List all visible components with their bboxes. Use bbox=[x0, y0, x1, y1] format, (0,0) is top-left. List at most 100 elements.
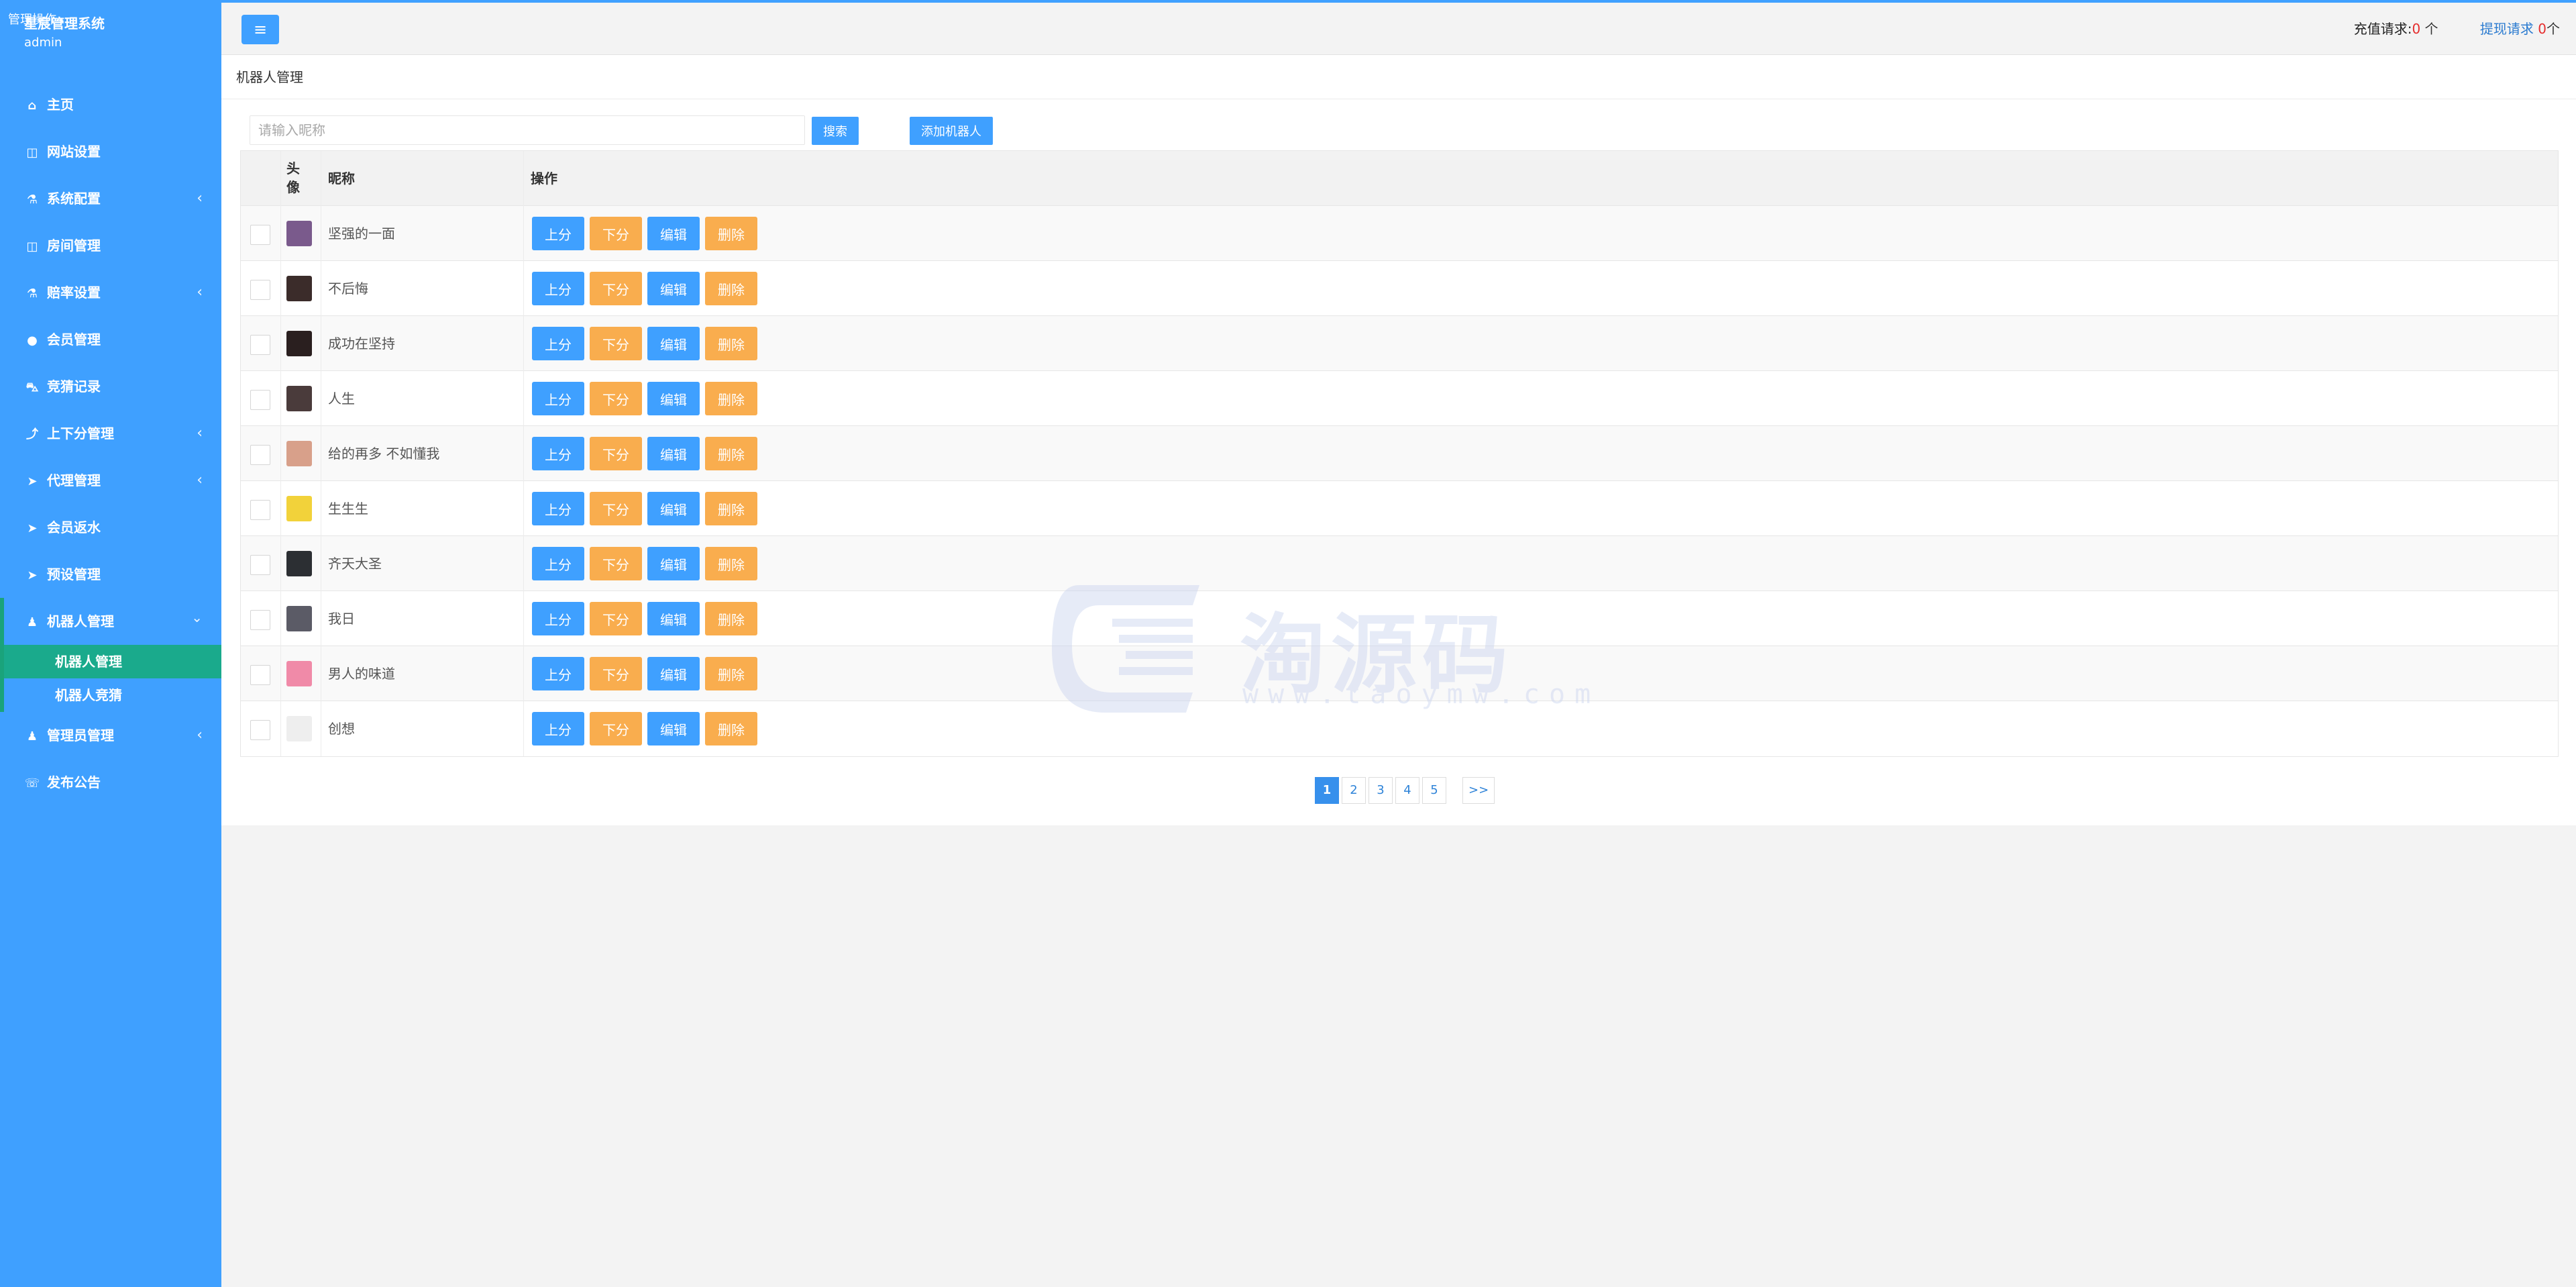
edit-button[interactable]: 编辑 bbox=[647, 657, 700, 690]
level-up-icon: ⤴ bbox=[26, 427, 38, 442]
row-checkbox[interactable] bbox=[250, 610, 270, 630]
page-2-button[interactable]: 2 bbox=[1342, 777, 1366, 804]
delete-button[interactable]: 删除 bbox=[705, 602, 757, 635]
sidebar-sidebar-items-0[interactable]: ⌂ 主页 bbox=[0, 81, 221, 128]
sidebar-item-label: 竞猜记录 bbox=[47, 378, 101, 395]
check-cell bbox=[241, 371, 281, 426]
sidebar-item-label: 房间管理 bbox=[47, 238, 101, 254]
edit-button[interactable]: 编辑 bbox=[647, 602, 700, 635]
row-checkbox[interactable] bbox=[250, 280, 270, 300]
edit-button[interactable]: 编辑 bbox=[647, 492, 700, 525]
delete-button[interactable]: 删除 bbox=[705, 437, 757, 470]
column-header-avatar: 头像 bbox=[286, 160, 300, 195]
deduct-points-button[interactable]: 下分 bbox=[590, 492, 642, 525]
chevron-left-icon: ‹ bbox=[197, 190, 203, 207]
sidebar-sidebar-items-6[interactable]: ⛍ 竞猜记录 bbox=[0, 363, 221, 410]
page-1-button[interactable]: 1 bbox=[1315, 777, 1339, 804]
page-5-button[interactable]: 5 bbox=[1422, 777, 1446, 804]
sidebar-sidebar-items-5[interactable]: ● 会员管理 bbox=[0, 316, 221, 363]
page-4-button[interactable]: 4 bbox=[1395, 777, 1419, 804]
name-cell: 齐天大圣 bbox=[321, 536, 524, 591]
sidebar-sidebar-items-3[interactable]: ◫ 房间管理 bbox=[0, 222, 221, 269]
sidebar-sidebar-items-7[interactable]: ⤴ 上下分管理 ‹ bbox=[0, 410, 221, 457]
row-checkbox[interactable] bbox=[250, 720, 270, 740]
edit-button[interactable]: 编辑 bbox=[647, 547, 700, 580]
edit-button[interactable]: 编辑 bbox=[647, 327, 700, 360]
deduct-points-button[interactable]: 下分 bbox=[590, 712, 642, 745]
row-checkbox[interactable] bbox=[250, 500, 270, 520]
check-cell bbox=[241, 536, 281, 591]
sidebar-subitem-1[interactable]: 机器人竞猜 bbox=[4, 678, 221, 712]
deduct-points-button[interactable]: 下分 bbox=[590, 657, 642, 690]
sidebar-subitem-0[interactable]: 机器人管理 bbox=[4, 645, 221, 678]
sidebar-sidebar-items-10[interactable]: ➤ 预设管理 bbox=[0, 551, 221, 598]
deduct-points-button[interactable]: 下分 bbox=[590, 382, 642, 415]
admin-ops-label: 管理操作 bbox=[8, 13, 56, 27]
deduct-points-button[interactable]: 下分 bbox=[590, 272, 642, 305]
edit-button[interactable]: 编辑 bbox=[647, 217, 700, 250]
page-3-button[interactable]: 3 bbox=[1368, 777, 1393, 804]
row-checkbox[interactable] bbox=[250, 665, 270, 685]
sidebar-sidebar-items-8[interactable]: ➤ 代理管理 ‹ bbox=[0, 457, 221, 504]
sidebar-toggle-button[interactable]: ≡ bbox=[241, 15, 279, 44]
sidebar-sidebar-items-9[interactable]: ➤ 会员返水 bbox=[0, 504, 221, 551]
sidebar-sidebar-items-2[interactable]: ⚗ 系统配置 ‹ bbox=[0, 175, 221, 222]
edit-button[interactable]: 编辑 bbox=[647, 437, 700, 470]
edit-button[interactable]: 编辑 bbox=[647, 382, 700, 415]
delete-button[interactable]: 删除 bbox=[705, 712, 757, 745]
deduct-points-button[interactable]: 下分 bbox=[590, 437, 642, 470]
delete-button[interactable]: 删除 bbox=[705, 382, 757, 415]
add-points-button[interactable]: 上分 bbox=[532, 492, 584, 525]
edit-button[interactable]: 编辑 bbox=[647, 712, 700, 745]
sidebar-item-label: 代理管理 bbox=[47, 472, 101, 488]
add-robot-button[interactable]: 添加机器人 bbox=[910, 117, 993, 145]
delete-button[interactable]: 删除 bbox=[705, 327, 757, 360]
sidebar-sidebar-items-1[interactable]: ◫ 网站设置 bbox=[0, 128, 221, 175]
row-actions: 上分 下分 编辑 删除 bbox=[532, 382, 763, 415]
recharge-request[interactable]: 充值请求:0 个 bbox=[2354, 3, 2438, 55]
add-points-button[interactable]: 上分 bbox=[532, 712, 584, 745]
name-cell: 给的再多 不如懂我 bbox=[321, 426, 524, 481]
sidebar-sidebar-items-4[interactable]: ⚗ 赔率设置 ‹ bbox=[0, 269, 221, 316]
deduct-points-button[interactable]: 下分 bbox=[590, 217, 642, 250]
add-points-button[interactable]: 上分 bbox=[532, 657, 584, 690]
sidebar-sidebar-after_items-0[interactable]: ♟ 管理员管理 ‹ bbox=[0, 712, 221, 759]
row-checkbox[interactable] bbox=[250, 390, 270, 410]
avatar bbox=[286, 221, 312, 246]
delete-button[interactable]: 删除 bbox=[705, 657, 757, 690]
check-cell bbox=[241, 591, 281, 646]
deduct-points-button[interactable]: 下分 bbox=[590, 547, 642, 580]
avatar-cell bbox=[281, 206, 321, 261]
sidebar-item-label: 主页 bbox=[47, 97, 74, 113]
add-points-button[interactable]: 上分 bbox=[532, 327, 584, 360]
robot-nickname: 给的再多 不如懂我 bbox=[328, 446, 440, 462]
add-points-button[interactable]: 上分 bbox=[532, 602, 584, 635]
row-checkbox[interactable] bbox=[250, 445, 270, 465]
admin-ops-dropdown[interactable]: 管理操作 ▾ bbox=[8, 11, 63, 30]
add-points-button[interactable]: 上分 bbox=[532, 272, 584, 305]
search-input[interactable] bbox=[250, 115, 805, 145]
robot-nickname: 人生 bbox=[328, 391, 355, 407]
edit-button[interactable]: 编辑 bbox=[647, 272, 700, 305]
add-points-button[interactable]: 上分 bbox=[532, 547, 584, 580]
row-checkbox[interactable] bbox=[250, 335, 270, 355]
robot-nickname: 创想 bbox=[328, 721, 355, 737]
sidebar-sidebar-open_item[interactable]: ♟ 机器人管理 ⌄ bbox=[0, 598, 221, 645]
sidebar-sidebar-after_items-1[interactable]: ☏ 发布公告 bbox=[0, 759, 221, 806]
delete-button[interactable]: 删除 bbox=[705, 272, 757, 305]
recharge-request-count: 0 bbox=[2412, 21, 2421, 37]
deduct-points-button[interactable]: 下分 bbox=[590, 602, 642, 635]
search-button[interactable]: 搜索 bbox=[812, 117, 859, 145]
withdraw-request[interactable]: 提现请求 0个 bbox=[2480, 3, 2560, 55]
delete-button[interactable]: 删除 bbox=[705, 492, 757, 525]
add-points-button[interactable]: 上分 bbox=[532, 437, 584, 470]
delete-button[interactable]: 删除 bbox=[705, 217, 757, 250]
deduct-points-button[interactable]: 下分 bbox=[590, 327, 642, 360]
add-points-button[interactable]: 上分 bbox=[532, 382, 584, 415]
row-checkbox[interactable] bbox=[250, 225, 270, 245]
delete-button[interactable]: 删除 bbox=[705, 547, 757, 580]
next-page-button[interactable]: >> bbox=[1462, 777, 1495, 804]
add-points-button[interactable]: 上分 bbox=[532, 217, 584, 250]
row-checkbox[interactable] bbox=[250, 555, 270, 575]
header-check-cell bbox=[241, 151, 281, 206]
